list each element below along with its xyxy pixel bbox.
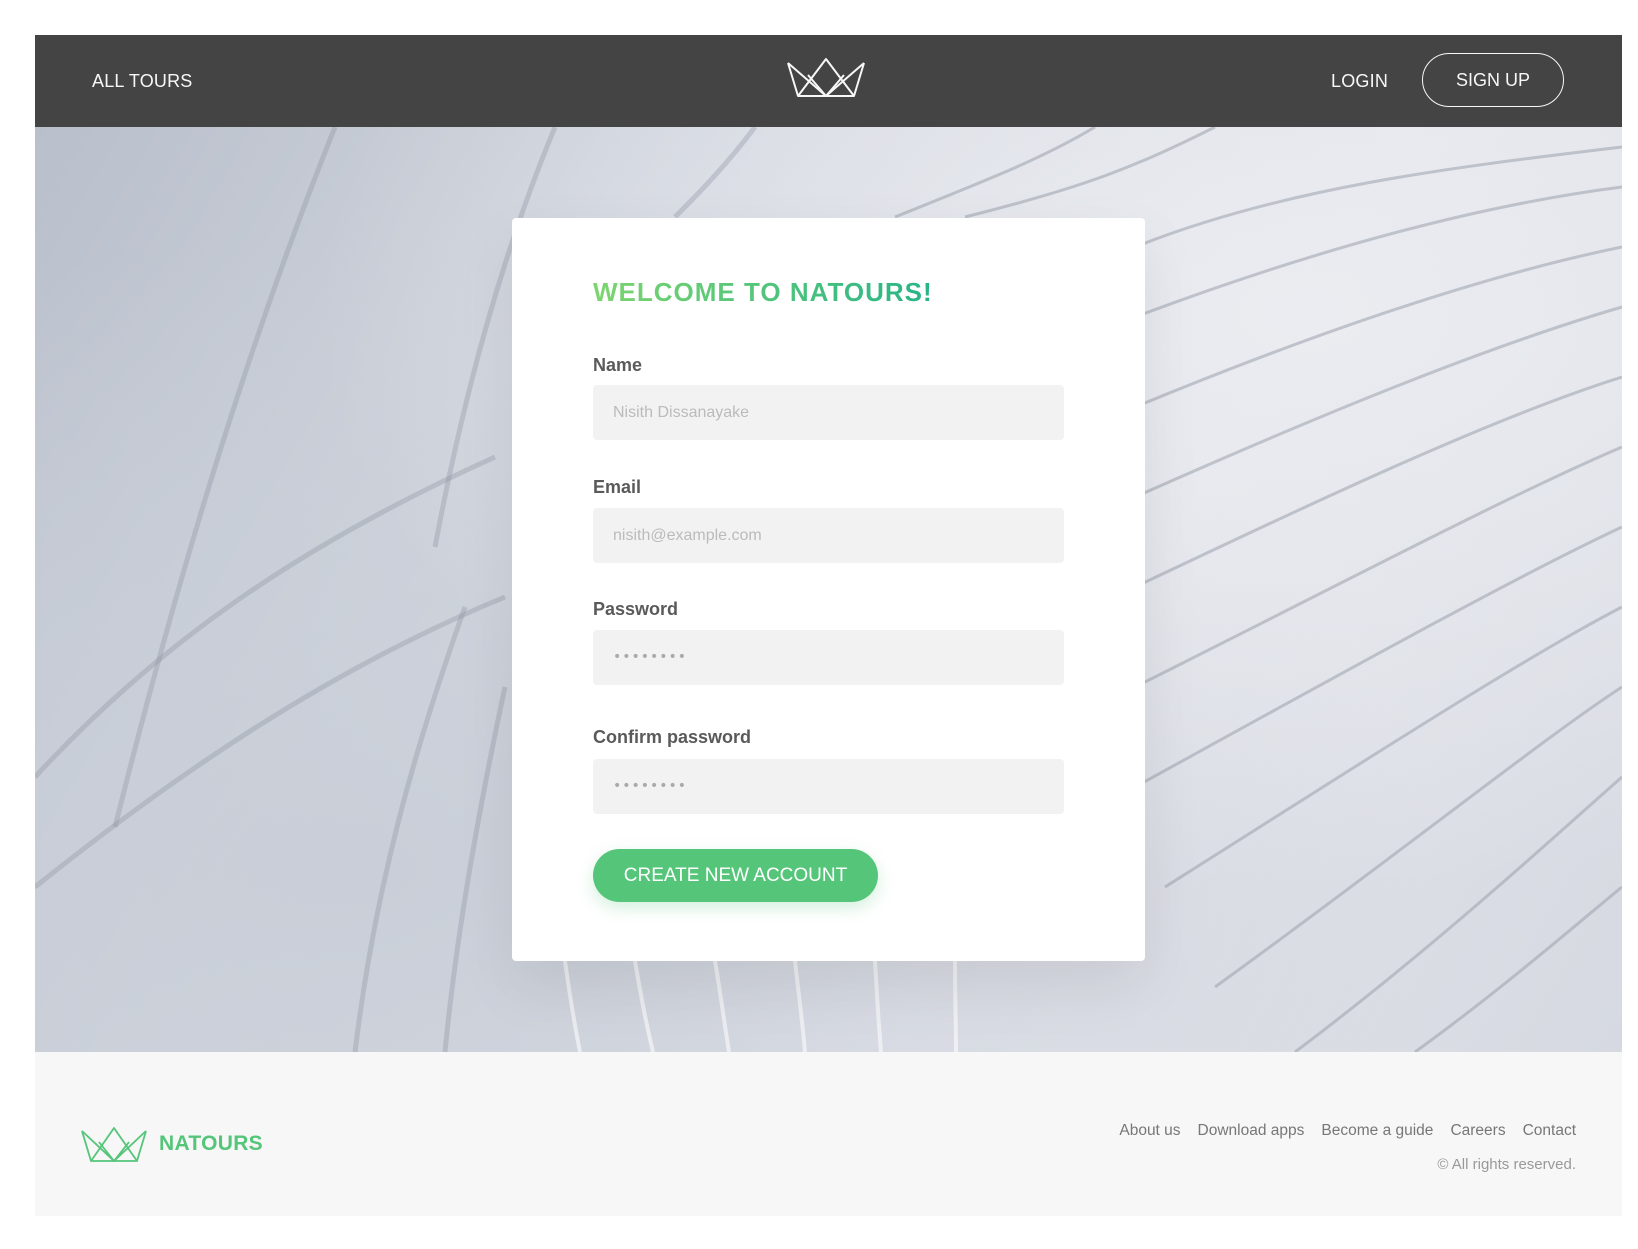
footer-link-careers[interactable]: Careers: [1450, 1122, 1505, 1140]
signup-button[interactable]: SIGN UP: [1422, 53, 1564, 107]
create-account-button[interactable]: CREATE NEW ACCOUNT: [593, 849, 878, 902]
copyright-text: © All rights reserved.: [1437, 1156, 1576, 1173]
footer-nav: About us Download apps Become a guide Ca…: [1119, 1122, 1576, 1140]
all-tours-link[interactable]: ALL TOURS: [92, 35, 193, 127]
name-label: Name: [593, 355, 643, 375]
email-label: Email: [593, 477, 642, 497]
signup-card: WELCOME TO NATOURS! Name Email Password …: [512, 218, 1145, 961]
crown-logo-icon[interactable]: [786, 57, 866, 99]
footer: NATOURS About us Download apps Become a …: [35, 1052, 1622, 1216]
name-input[interactable]: [593, 385, 1064, 440]
footer-link-become-a-guide[interactable]: Become a guide: [1321, 1122, 1433, 1140]
footer-crown-logo-icon: [81, 1127, 147, 1163]
header: ALL TOURS LOGIN SIGN UP: [35, 35, 1622, 127]
footer-link-about-us[interactable]: About us: [1119, 1122, 1180, 1140]
password-input[interactable]: ••••••••: [593, 630, 1064, 685]
login-link[interactable]: LOGIN: [1331, 35, 1388, 127]
footer-link-contact[interactable]: Contact: [1523, 1122, 1576, 1140]
hero-background: WELCOME TO NATOURS! Name Email Password …: [35, 127, 1622, 1052]
email-input[interactable]: [593, 508, 1064, 563]
footer-brand: NATOURS: [159, 1132, 263, 1155]
confirm-password-label: Confirm password: [593, 727, 752, 747]
confirm-password-input[interactable]: ••••••••: [593, 759, 1064, 814]
password-label: Password: [593, 599, 679, 619]
footer-link-download-apps[interactable]: Download apps: [1198, 1122, 1305, 1140]
page-frame: ALL TOURS LOGIN SIGN UP WELCOME TO NATOU…: [35, 35, 1622, 1216]
form-title: WELCOME TO NATOURS!: [593, 277, 933, 307]
